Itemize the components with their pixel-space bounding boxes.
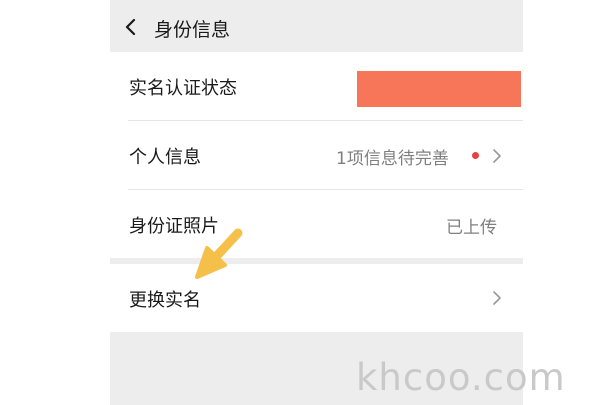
row-label: 更换实名 bbox=[129, 290, 201, 311]
row-label: 个人信息 bbox=[129, 147, 201, 168]
redacted-value bbox=[357, 71, 521, 107]
chevron-right-icon bbox=[493, 291, 501, 305]
row-value: 1项信息待完善 bbox=[336, 149, 449, 169]
phone-screen: 身份信息 实名认证状态 个人信息 1项信息待完善 身份证照片 已上传 更换实名 bbox=[110, 0, 523, 405]
row-value: 已上传 bbox=[446, 218, 497, 238]
page-title: 身份信息 bbox=[154, 19, 231, 41]
identity-card: 实名认证状态 个人信息 1项信息待完善 身份证照片 已上传 bbox=[110, 52, 523, 258]
nav-header: 身份信息 bbox=[110, 0, 523, 52]
watermark: khcoo.com bbox=[356, 356, 566, 399]
chevron-right-icon bbox=[493, 149, 501, 163]
row-personal-info[interactable]: 个人信息 1项信息待完善 bbox=[110, 121, 523, 189]
back-icon[interactable] bbox=[124, 18, 138, 36]
row-label: 实名认证状态 bbox=[129, 78, 237, 99]
row-label: 身份证照片 bbox=[129, 216, 219, 237]
notification-dot bbox=[472, 152, 479, 159]
row-change-realname[interactable]: 更换实名 bbox=[110, 264, 523, 332]
change-card: 更换实名 bbox=[110, 264, 523, 332]
row-verification-status[interactable]: 实名认证状态 bbox=[110, 52, 523, 120]
row-id-photo[interactable]: 身份证照片 已上传 bbox=[110, 190, 523, 258]
